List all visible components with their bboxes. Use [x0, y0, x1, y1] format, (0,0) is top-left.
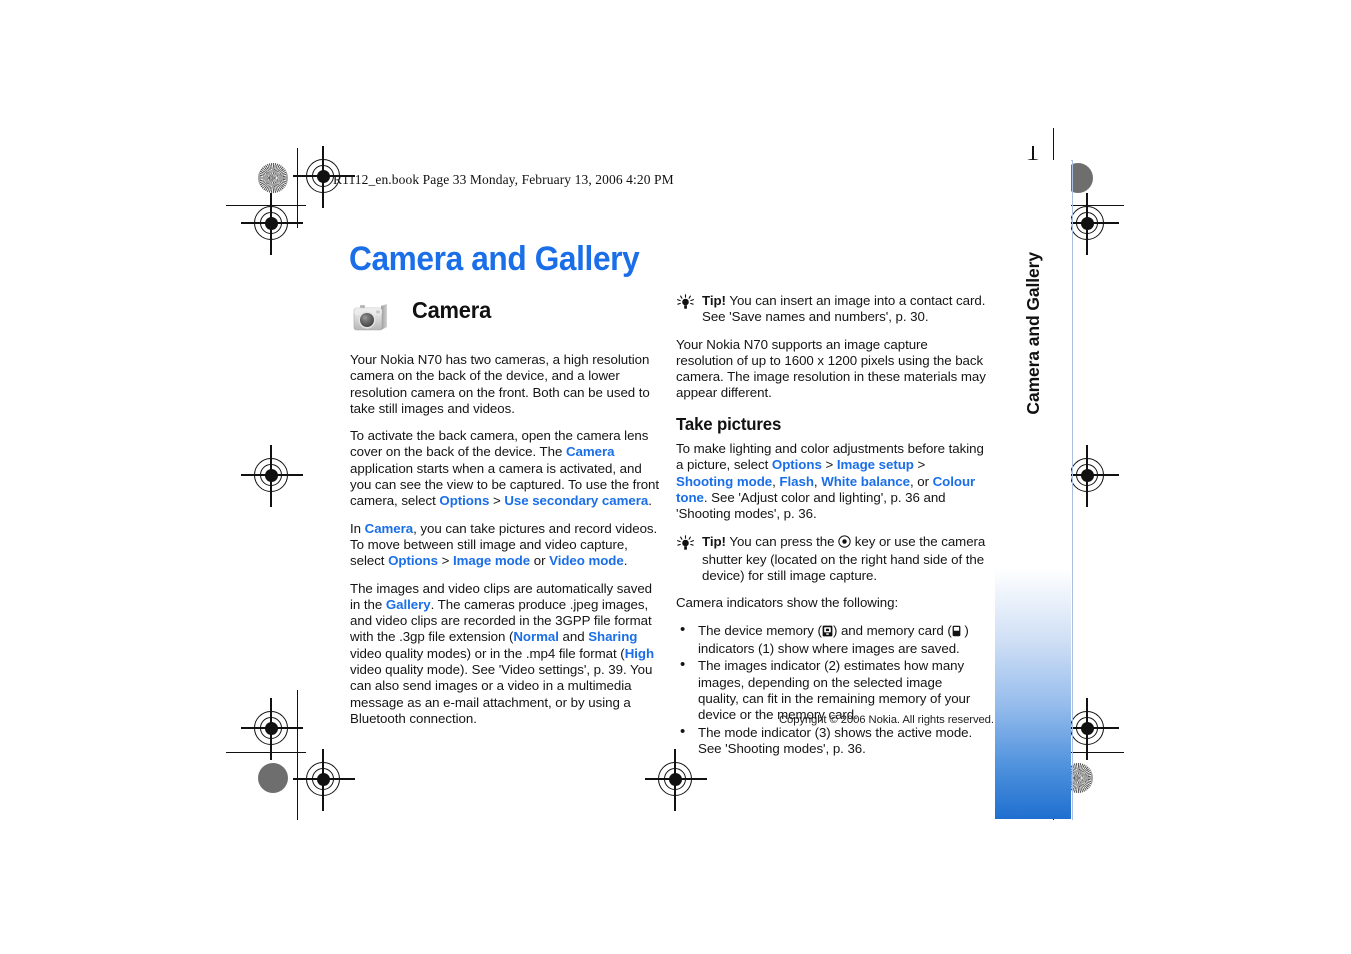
paragraph-modes: In Camera, you can take pictures and rec… [350, 521, 660, 570]
bullet2-text: The images indicator (2) estimates how m… [698, 658, 971, 723]
page-border-right [1072, 160, 1073, 820]
book-header-line: R1112_en.book Page 33 Monday, February 1… [333, 172, 674, 187]
ui-term-options-3: Options [771, 457, 822, 473]
ui-term-sharing: Sharing [588, 629, 638, 645]
ui-term-image-setup: Image setup [836, 457, 914, 473]
p3-text-or: or [530, 553, 550, 569]
ui-term-white-balance: White balance [821, 473, 910, 489]
density-dot-bottom-left [258, 763, 288, 793]
p3-separator: > [437, 553, 453, 569]
registration-mark-left-middle [241, 445, 303, 507]
registration-mark-bottom-center [645, 749, 707, 811]
moire-target-top-left [258, 163, 288, 193]
tip-text-1: You can insert an image into a contact c… [702, 293, 986, 325]
list-item: The device memory () and memory card ( )… [676, 622, 986, 658]
ui-term-gallery: Gallery [385, 596, 431, 612]
registration-mark-right-lower [1057, 698, 1119, 760]
ui-term-use-secondary-camera: Use secondary camera [504, 493, 649, 509]
indicators-intro-text: Camera indicators show the following: [676, 595, 899, 611]
page-title: Camera and Gallery [349, 240, 640, 278]
tip-label-2: Tip! [702, 533, 726, 549]
rp2-text-end: . See 'Adjust color and lighting', p. 36… [676, 489, 946, 522]
p4-text-d: video quality mode). See 'Video settings… [350, 662, 653, 726]
paragraph-indicators-intro: Camera indicators show the following: [676, 595, 986, 611]
registration-mark-bottom-left-inner [293, 749, 355, 811]
ui-term-camera: Camera [565, 444, 615, 460]
p2-separator: > [489, 493, 505, 509]
ui-term-options-2: Options [388, 553, 438, 569]
tip-label-1: Tip! [702, 293, 726, 308]
paragraph-activate: To activate the back camera, open the ca… [350, 428, 660, 509]
ui-term-high: High [624, 645, 655, 661]
left-column: Your Nokia N70 has two cameras, a high r… [350, 352, 660, 727]
bullet1-text-b: ) and memory card ( [832, 622, 952, 638]
section-heading-camera: Camera [412, 297, 492, 323]
memory-card-icon [952, 625, 961, 641]
paragraph-resolution-text: Your Nokia N70 supports an image capture… [676, 336, 986, 401]
p4-text-and: and [558, 629, 589, 645]
device-memory-icon [822, 625, 833, 641]
page-number: 33 [1017, 866, 1049, 897]
ui-term-video-mode: Video mode [549, 553, 624, 569]
ui-term-flash: Flash [779, 473, 814, 489]
p3-text-c: . [623, 553, 628, 569]
rp2-comma-3: , or [909, 473, 933, 489]
crop-line-vertical-left [297, 148, 299, 228]
side-tab-label: Camera and Gallery [995, 252, 1071, 420]
subheading-take-pictures: Take pictures [676, 413, 782, 434]
side-tab-label-text: Camera and Gallery [1022, 252, 1043, 415]
indicator-bullet-list: The device memory () and memory card ( )… [676, 622, 986, 758]
paragraph-gallery: The images and video clips are automatic… [350, 581, 660, 728]
bullet1-text-a: The device memory ( [698, 622, 822, 638]
paragraph-intro-text: Your Nokia N70 has two cameras, a high r… [350, 352, 650, 416]
ui-term-normal: Normal [513, 629, 559, 645]
lightbulb-icon [676, 294, 695, 311]
p3-text-a: In [350, 520, 365, 536]
camera-icon [351, 300, 391, 334]
registration-mark-left-lower [241, 698, 303, 760]
crop-line-horizontal-bottom-left [226, 752, 306, 754]
p2-text-c: . [648, 493, 652, 509]
registration-mark-right-upper [1057, 193, 1119, 255]
tip-block-shutter-key: Tip! You can press the key or use the ca… [676, 534, 986, 585]
side-tab: Camera and Gallery 33 [995, 160, 1071, 897]
rp2-sep-2: > [913, 457, 926, 473]
lightbulb-icon-2 [676, 534, 695, 552]
paragraph-resolution: Your Nokia N70 supports an image capture… [676, 337, 986, 402]
ui-term-camera-2: Camera [364, 520, 414, 536]
bullet3-text: The mode indicator (3) shows the active … [698, 724, 973, 756]
list-item: The mode indicator (3) shows the active … [676, 724, 986, 758]
right-column: Tip! You can insert an image into a cont… [676, 293, 986, 758]
p4-text-c: video quality modes) or in the .mp4 file… [350, 645, 625, 661]
ui-term-image-mode: Image mode [453, 553, 531, 569]
registration-mark-left-upper [241, 193, 303, 255]
copyright-notice: Copyright © 2006 Nokia. All rights reser… [779, 714, 994, 726]
paragraph-intro: Your Nokia N70 has two cameras, a high r… [350, 352, 660, 417]
crop-line-vertical-left-lower [297, 690, 299, 820]
registration-mark-right-middle [1057, 445, 1119, 507]
scroll-key-icon [838, 534, 851, 552]
ui-term-options: Options [439, 493, 490, 509]
tip-text-2a: You can press the [725, 533, 839, 549]
paragraph-adjustments: To make lighting and color adjustments b… [676, 441, 986, 522]
tip-block-contact-card: Tip! You can insert an image into a cont… [676, 293, 986, 326]
ui-term-shooting-mode: Shooting mode [676, 473, 773, 489]
rp2-sep-1: > [821, 457, 837, 473]
